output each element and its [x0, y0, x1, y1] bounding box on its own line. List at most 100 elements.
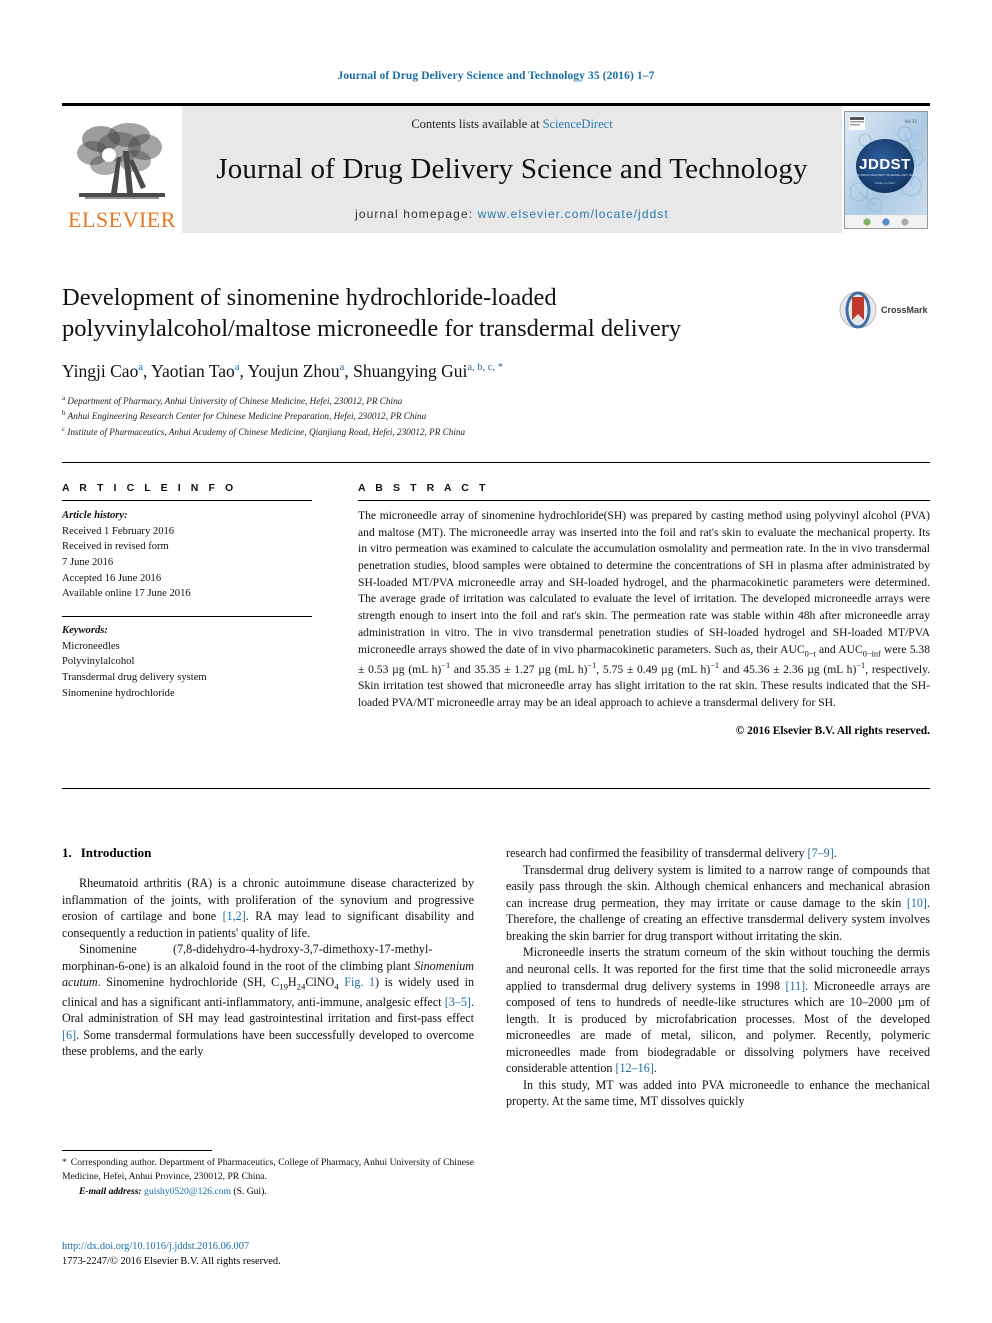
- body-paragraph: Transdermal drug delivery system is limi…: [506, 862, 930, 945]
- abstract-sup-3: −1: [710, 660, 720, 670]
- footnote-email-line: E-mail address: guishy0520@126.com (S. G…: [62, 1186, 474, 1197]
- article-info-heading: A R T I C L E I N F O: [62, 482, 237, 494]
- author-name: Youjun Zhou: [247, 360, 340, 381]
- citation-ref[interactable]: [7–9]: [808, 846, 834, 860]
- abstract-part-1: The microneedle array of sinomenine hydr…: [358, 509, 930, 656]
- affiliation-text: Department of Pharmacy, Anhui University…: [67, 395, 403, 406]
- elsevier-tree-icon: [77, 123, 165, 199]
- paragraph-text-pre: research had confirmed the feasibility o…: [506, 846, 808, 860]
- corresponding-author-footnote: * Corresponding author. Department of Pha…: [62, 1156, 474, 1197]
- keywords-label: Keywords:: [62, 625, 108, 637]
- email-link[interactable]: guishy0520@126.com: [144, 1186, 231, 1197]
- svg-text:Editor-in-Chief: Editor-in-Chief: [875, 181, 894, 185]
- elsevier-wordmark: ELSEVIER: [68, 207, 176, 232]
- issn-copyright-line: 1773-2247/© 2016 Elsevier B.V. All right…: [62, 1255, 281, 1267]
- article-info-divider: [62, 500, 312, 501]
- keyword-item: Transdermal drug delivery system: [62, 672, 207, 684]
- body-column-right: research had confirmed the feasibility o…: [506, 845, 930, 1110]
- paragraph-seg: H: [287, 975, 297, 990]
- sciencedirect-link[interactable]: ScienceDirect: [543, 117, 613, 131]
- abstract-sup-1: −1: [441, 660, 451, 670]
- affiliation-mark: b: [62, 409, 66, 418]
- page-title: Development of sinomenine hydrochloride-…: [62, 282, 822, 345]
- crossmark-badge-container[interactable]: CrossMark: [838, 288, 938, 332]
- author-entry: Shuangying Guia, b, c, *: [353, 361, 503, 381]
- article-title-line-1: Development of sinomenine hydrochloride-…: [62, 284, 557, 311]
- footnote-text: * Corresponding author. Department of Pha…: [62, 1156, 474, 1184]
- figure-ref-link[interactable]: Fig. 1: [344, 975, 375, 989]
- paragraph-seg: Sinomenine (7,8-didehydro-4-hydroxy-3,7-…: [62, 942, 433, 973]
- abstract-bottom-rule: [62, 788, 930, 789]
- article-history-item: Available online 17 June 2016: [62, 588, 191, 600]
- citation-ref[interactable]: [12–16]: [615, 1061, 653, 1075]
- paragraph-seg: . Microneedle arrays are composed of ten…: [506, 978, 930, 1076]
- footer-identifiers: http://dx.doi.org/10.1016/j.jddst.2016.0…: [62, 1240, 482, 1270]
- keyword-item: Microneedles: [62, 640, 120, 652]
- keywords-divider: [62, 616, 312, 618]
- paragraph-text-pre: Transdermal drug delivery system is limi…: [506, 862, 930, 910]
- affiliation-text: Institute of Pharmaceutics, Anhui Academ…: [67, 426, 466, 437]
- abstract-mid-4: , 5.75 ± 0.49 µg (mL h): [596, 662, 711, 676]
- keyword-item: Sinomenine hydrochloride: [62, 687, 175, 699]
- body-paragraph: research had confirmed the feasibility o…: [506, 845, 930, 862]
- citation-ref[interactable]: [6]: [62, 1028, 76, 1042]
- article-title-line-2: polyvinylalcohol/maltose microneedle for…: [62, 315, 682, 343]
- author-sep: ,: [239, 360, 248, 381]
- citation-ref[interactable]: [3–5]: [445, 995, 471, 1009]
- author-affil-mark: a, b, c, *: [467, 361, 503, 373]
- citation-ref[interactable]: [1,2]: [223, 909, 246, 923]
- crossmark-label: CrossMark: [881, 305, 928, 315]
- author-name: Yaotian Tao: [151, 360, 235, 381]
- formula-sub: 19: [279, 981, 288, 992]
- article-history-label: Article history:: [62, 510, 128, 521]
- footnote-body: Corresponding author. Department of Phar…: [62, 1157, 474, 1183]
- paragraph-text-post: .: [833, 846, 837, 860]
- paragraph-seg: .: [653, 1061, 657, 1076]
- running-head: Journal of Drug Delivery Science and Tec…: [337, 70, 655, 82]
- doi-link[interactable]: http://dx.doi.org/10.1016/j.jddst.2016.0…: [62, 1240, 482, 1255]
- paragraph-seg: ClNO: [305, 975, 335, 990]
- abstract-heading: A B S T R A C T: [358, 482, 489, 494]
- body-paragraph: Rheumatoid arthritis (RA) is a chronic a…: [62, 875, 474, 941]
- abstract-mid-3: and 35.35 ± 1.27 µg (mL h): [450, 662, 588, 676]
- footnote-star: *: [62, 1157, 67, 1168]
- article-info-column: A R T I C L E I N F O Article history: R…: [62, 482, 312, 701]
- journal-cover-thumbnail: Vol 35 JDDST JOURNAL OF DRUG DELIVERY SC…: [842, 106, 930, 233]
- author-entry: Yingji Caoa,: [62, 361, 151, 381]
- svg-text:JDDST: JDDST: [859, 156, 911, 173]
- journal-masthead: ELSEVIER Contents lists available at Sci…: [62, 103, 930, 236]
- homepage-prefix: journal homepage:: [355, 207, 478, 221]
- abstract-mid-1: and AUC: [815, 642, 863, 656]
- contents-list-line: Contents lists available at ScienceDirec…: [411, 117, 612, 132]
- svg-text:JOURNAL OF DRUG DELIVERY SCIEN: JOURNAL OF DRUG DELIVERY SCIENCE AND TEC…: [844, 173, 928, 177]
- body-column-left: 1. Introduction Rheumatoid arthritis (RA)…: [62, 845, 474, 1060]
- info-section-top-rule: [62, 462, 930, 463]
- abstract-column: A B S T R A C T The microneedle array of…: [358, 482, 930, 737]
- affiliation-item: b Anhui Engineering Research Center for …: [62, 408, 822, 424]
- citation-ref[interactable]: [10]: [907, 896, 927, 910]
- email-label: E-mail address:: [79, 1186, 142, 1198]
- article-history-item: Received 1 February 2016: [62, 525, 175, 537]
- elsevier-logo: ELSEVIER: [62, 106, 182, 233]
- abstract-sub-1: 0−t: [804, 648, 816, 658]
- article-history-item: 7 June 2016: [62, 557, 114, 569]
- citation-ref[interactable]: [11]: [785, 979, 805, 993]
- title-block: Development of sinomenine hydrochloride-…: [62, 282, 822, 440]
- affiliation-mark: a: [62, 393, 66, 402]
- journal-cover-image: Vol 35 JDDST JOURNAL OF DRUG DELIVERY SC…: [844, 110, 928, 229]
- masthead-center: Contents lists available at ScienceDirec…: [182, 106, 842, 233]
- crossmark-icon: [839, 291, 877, 329]
- contents-prefix: Contents lists available at: [411, 117, 543, 131]
- homepage-url-link[interactable]: www.elsevier.com/locate/jddst: [478, 207, 669, 221]
- article-history-item: Accepted 16 June 2016: [62, 572, 162, 584]
- footnote-rule: [62, 1150, 212, 1151]
- keywords-block: Keywords: Microneedles Polyvinylalcohol …: [62, 616, 312, 701]
- article-history-block: Article history: Received 1 February 201…: [62, 508, 312, 602]
- author-name: Shuangying Gui: [353, 360, 468, 381]
- section-title: Introduction: [80, 845, 152, 860]
- author-entry: Youjun Zhoua,: [248, 361, 354, 381]
- formula-sub: 4: [334, 981, 339, 992]
- affiliation-item: c Institute of Pharmaceutics, Anhui Acad…: [62, 424, 822, 440]
- body-paragraph: Microneedle inserts the stratum corneum …: [506, 944, 930, 1077]
- abstract-divider: [358, 500, 930, 501]
